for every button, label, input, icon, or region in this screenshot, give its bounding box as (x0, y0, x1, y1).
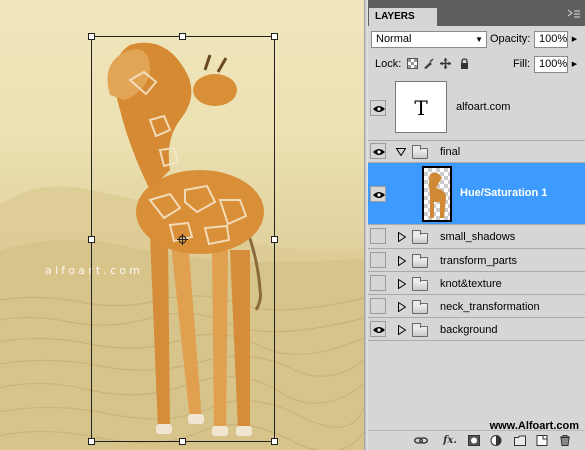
visibility-toggle[interactable] (370, 228, 386, 244)
eye-icon (373, 192, 385, 198)
opacity-label: Opacity: (490, 33, 531, 45)
transform-handle-top-left[interactable] (88, 33, 95, 40)
folder-icon (412, 145, 428, 159)
layer-row-knot-texture[interactable]: knot&texture (368, 272, 585, 295)
fill-arrow-icon[interactable]: ▶ (569, 56, 580, 73)
visibility-toggle[interactable] (370, 100, 386, 116)
expand-triangle-icon[interactable] (398, 256, 406, 266)
adjustment-layer-icon[interactable] (490, 435, 502, 446)
layer-name: background (440, 324, 498, 336)
layer-row-final[interactable]: final (368, 141, 585, 163)
layers-panel: LAYERS Normal ▼ Opacity: 100% ▶ Lock: Fi… (368, 0, 585, 450)
transform-handle-bottom-right[interactable] (271, 438, 278, 445)
folder-icon (412, 323, 428, 337)
lock-all-icon[interactable] (459, 58, 470, 69)
lock-image-pixels-icon[interactable] (423, 58, 434, 69)
fill-label: Fill: (513, 58, 531, 70)
fill-field[interactable]: 100% (534, 56, 568, 73)
link-layers-icon[interactable] (414, 435, 428, 446)
eye-icon (373, 327, 385, 333)
blend-mode-value: Normal (376, 33, 412, 45)
expand-triangle-icon[interactable] (398, 279, 406, 289)
layer-row-transform-parts[interactable]: transform_parts (368, 249, 585, 272)
folder-icon (412, 230, 428, 244)
folder-icon (412, 300, 428, 314)
lock-position-icon[interactable] (440, 58, 451, 69)
fx-button[interactable]: fx. (442, 435, 458, 446)
visibility-toggle[interactable] (370, 143, 386, 159)
add-mask-icon[interactable] (468, 435, 480, 446)
new-layer-icon[interactable] (536, 435, 548, 446)
transform-handle-bottom[interactable] (179, 438, 186, 445)
chevron-down-icon: ▼ (475, 35, 483, 44)
transform-handle-top-right[interactable] (271, 33, 278, 40)
expand-triangle-icon[interactable] (398, 232, 406, 242)
layer-name: transform_parts (440, 255, 518, 267)
layer-row-alfoart-text[interactable]: T alfoart.com (368, 75, 585, 141)
document-canvas[interactable]: alfoart.com (0, 0, 364, 450)
expand-triangle-icon[interactable] (398, 302, 406, 312)
layer-name: alfoart.com (456, 101, 511, 113)
new-group-icon[interactable] (514, 435, 526, 446)
trash-icon[interactable] (559, 435, 571, 446)
layers-list: T alfoart.com final Hue/Saturation 1 sma… (368, 75, 585, 430)
lock-transparent-pixels-icon[interactable] (407, 58, 418, 69)
layer-name: Hue/Saturation 1 (460, 187, 548, 199)
text-layer-thumbnail: T (395, 81, 447, 133)
layer-name: final (440, 146, 461, 158)
transform-handle-bottom-left[interactable] (88, 438, 95, 445)
eye-icon (373, 106, 385, 112)
transform-handle-top[interactable] (179, 33, 186, 40)
collapse-triangle-icon[interactable] (396, 148, 406, 156)
transform-pivot-icon[interactable] (177, 234, 188, 245)
visibility-toggle[interactable] (370, 186, 386, 202)
lock-label: Lock: (375, 58, 402, 70)
expand-triangle-icon[interactable] (398, 325, 406, 335)
visibility-toggle[interactable] (370, 275, 386, 291)
giraffe-layer-thumbnail (422, 166, 452, 222)
panel-tab-bar: LAYERS (368, 0, 585, 26)
panel-menu-icon[interactable] (567, 9, 581, 21)
folder-icon (412, 254, 428, 268)
folder-icon (412, 277, 428, 291)
transform-handle-right[interactable] (271, 236, 278, 243)
visibility-toggle[interactable] (370, 252, 386, 268)
layer-name: neck_transformation (440, 301, 540, 313)
visibility-toggle[interactable] (370, 298, 386, 314)
transform-handle-left[interactable] (88, 236, 95, 243)
layers-bottom-toolbar: fx. (368, 430, 585, 450)
eye-icon (373, 149, 385, 155)
blend-mode-select[interactable]: Normal ▼ (371, 31, 487, 48)
opacity-arrow-icon[interactable]: ▶ (569, 31, 580, 48)
opacity-field[interactable]: 100% (534, 31, 568, 48)
layer-name: knot&texture (440, 278, 502, 290)
layer-row-neck-transformation[interactable]: neck_transformation (368, 295, 585, 318)
visibility-toggle[interactable] (370, 321, 386, 337)
layer-row-hue-saturation-selected[interactable]: Hue/Saturation 1 (368, 163, 585, 225)
layer-row-small-shadows[interactable]: small_shadows (368, 225, 585, 249)
layer-row-background[interactable]: background (368, 318, 585, 341)
layer-name: small_shadows (440, 231, 516, 243)
tab-layers[interactable]: LAYERS (369, 8, 437, 26)
